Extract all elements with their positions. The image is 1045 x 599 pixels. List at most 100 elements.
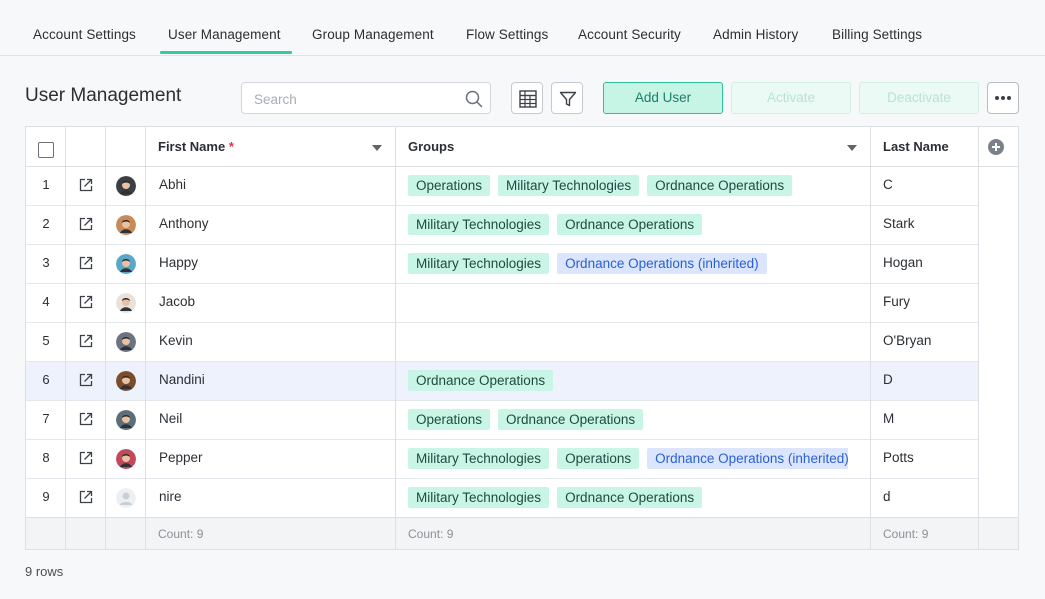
table-row[interactable]: 6 Nandini Ordnance Operations D [26,362,978,401]
group-tag[interactable]: Ordnance Operations [498,409,644,430]
open-record-icon[interactable] [78,333,94,349]
add-column-icon[interactable] [988,139,1004,155]
group-tag[interactable]: Ordnance Operations [557,487,703,508]
last-name-count: Count: 9 [883,527,929,541]
tab-billing-settings[interactable]: Billing Settings [832,27,922,42]
last-name-cell[interactable]: d [883,489,891,504]
deactivate-button[interactable]: Deactivate [859,82,979,114]
first-name-cell[interactable]: Pepper [159,450,203,465]
groups-cell[interactable]: Military Technologies Ordnance Operations [408,214,848,236]
avatar [116,254,136,274]
row-number: 8 [42,450,50,465]
inherited-group-tag[interactable]: Ordnance Operations (inherited) [557,253,767,274]
first-name-cell[interactable]: Jacob [159,294,195,309]
groups-cell[interactable]: Ordnance Operations [408,370,848,392]
open-record-icon[interactable] [78,372,94,388]
column-header-last-name[interactable]: Last Name [883,139,949,154]
groups-menu-icon[interactable] [847,145,857,151]
groups-count: Count: 9 [408,527,454,541]
tab-account-settings[interactable]: Account Settings [33,27,136,42]
row-number: 7 [42,411,50,426]
last-name-cell[interactable]: Potts [883,450,914,465]
row-number: 5 [42,333,50,348]
table-row[interactable]: 7 Neil Operations Ordnance Operations M [26,401,978,440]
group-tag[interactable]: Military Technologies [408,448,550,469]
open-record-icon[interactable] [78,411,94,427]
first-name-menu-icon[interactable] [372,145,382,151]
first-name-count: Count: 9 [158,527,204,541]
last-name-cell[interactable]: M [883,411,894,426]
last-name-cell[interactable]: Hogan [883,255,923,270]
activate-button[interactable]: Activate [731,82,851,114]
tab-group-management[interactable]: Group Management [312,27,434,42]
groups-cell[interactable]: Operations Ordnance Operations [408,409,848,431]
open-record-icon[interactable] [78,255,94,271]
groups-cell[interactable]: Military Technologies Ordnance Operations [408,487,848,509]
first-name-cell[interactable]: Nandini [159,372,205,387]
group-tag[interactable]: Operations [557,448,640,469]
search-icon[interactable] [464,89,484,109]
group-tag[interactable]: Ordnance Operations [557,214,703,235]
groups-cell[interactable]: Military Technologies Operations Ordnance … [408,448,848,470]
add-user-button[interactable]: Add User [603,82,723,114]
first-name-cell[interactable]: Abhi [159,177,186,192]
group-tag[interactable]: Operations [408,175,491,196]
open-record-icon[interactable] [78,489,94,505]
row-number: 4 [42,294,50,309]
group-tag[interactable]: Operations [408,409,491,430]
first-name-cell[interactable]: Neil [159,411,182,426]
table-row[interactable]: 2 Anthony Military Technologies Ordnance Op… [26,206,978,245]
tab-flow-settings[interactable]: Flow Settings [466,27,548,42]
column-header-groups[interactable]: Groups [408,139,454,154]
first-name-cell[interactable]: Anthony [159,216,209,231]
groups-cell[interactable] [408,331,848,353]
table-row[interactable]: 1 Abhi Operations Military Technologies Ordn… [26,167,978,206]
group-tag[interactable]: Ordnance Operations [647,175,793,196]
tab-user-management[interactable]: User Management [168,27,281,42]
last-name-cell[interactable]: Stark [883,216,915,231]
search-input[interactable] [254,89,454,109]
table-row[interactable]: 9 nire Military Technologies Ordnance Opera… [26,479,978,518]
active-tab-indicator [160,51,292,54]
grid-view-button[interactable] [511,82,543,114]
rows-count: 9 rows [25,564,64,579]
table-row[interactable]: 3 Happy Military Technologies Ordnance Oper… [26,245,978,284]
tab-admin-history[interactable]: Admin History [713,27,798,42]
select-all-checkbox[interactable] [38,142,54,158]
page-title: User Management [25,85,182,106]
tab-account-security[interactable]: Account Security [578,27,681,42]
search-box[interactable] [241,82,491,114]
last-name-cell[interactable]: Fury [883,294,910,309]
avatar [116,332,136,352]
groups-cell[interactable] [408,292,848,314]
user-table: First Name * Groups Last Name 1 Abhi Opera… [25,126,1019,550]
first-name-cell[interactable]: Kevin [159,333,193,348]
groups-cell[interactable]: Military Technologies Ordnance Operations… [408,253,848,275]
open-record-icon[interactable] [78,294,94,310]
group-tag[interactable]: Military Technologies [408,214,550,235]
group-tag[interactable]: Ordnance Operations [408,370,554,391]
last-name-cell[interactable]: D [883,372,893,387]
avatar [116,488,136,508]
last-name-cell[interactable]: O'Bryan [883,333,931,348]
group-tag[interactable]: Military Technologies [408,487,550,508]
row-number: 1 [42,177,50,192]
row-number: 6 [42,372,50,387]
table-row[interactable]: 4 Jacob Fury [26,284,978,323]
filter-button[interactable] [551,82,583,114]
first-name-cell[interactable]: nire [159,489,182,504]
group-tag[interactable]: Military Technologies [408,253,550,274]
open-record-icon[interactable] [78,450,94,466]
more-options-button[interactable] [987,82,1019,114]
table-row[interactable]: 5 Kevin O'Bryan [26,323,978,362]
first-name-cell[interactable]: Happy [159,255,198,270]
last-name-cell[interactable]: C [883,177,893,192]
inherited-group-tag[interactable]: Ordnance Operations (inherited) [647,448,848,469]
open-record-icon[interactable] [78,177,94,193]
group-tag[interactable]: Military Technologies [498,175,640,196]
open-record-icon[interactable] [78,216,94,232]
column-header-first-name[interactable]: First Name * [158,139,234,154]
groups-cell[interactable]: Operations Military Technologies Ordnance … [408,175,848,197]
tab-bar: Account Settings User Management Group M… [0,0,1045,56]
table-row[interactable]: 8 Pepper Military Technologies Operations Or… [26,440,978,479]
